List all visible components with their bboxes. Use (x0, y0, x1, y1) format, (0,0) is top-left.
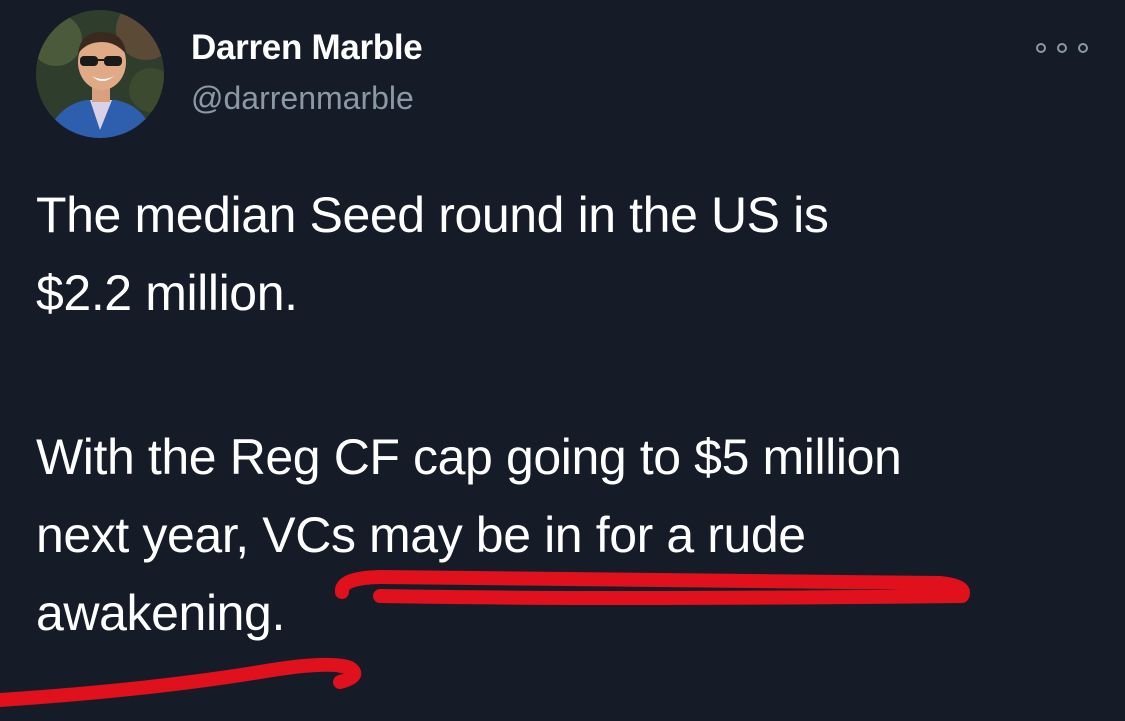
tweet-card: Darren Marble @darrenmarble The median S… (0, 0, 1125, 721)
tweet-paragraph-2: With the Reg CF cap going to $5 million … (36, 418, 1096, 652)
tweet-line: With the Reg CF cap going to $5 million (36, 429, 902, 485)
tweet-line: next year, VCs may be in for a rude (36, 507, 806, 563)
author-handle[interactable]: @darrenmarble (191, 80, 414, 117)
more-options-icon[interactable] (1036, 38, 1088, 58)
more-dot-1 (1036, 43, 1046, 53)
tweet-line: $2.2 million. (36, 265, 298, 321)
author-display-name[interactable]: Darren Marble (191, 28, 423, 68)
underline-stroke-lower (0, 657, 362, 707)
more-dot-2 (1057, 43, 1067, 53)
tweet-paragraph-1: The median Seed round in the US is $2.2 … (36, 176, 1096, 332)
more-dot-3 (1078, 43, 1088, 53)
avatar[interactable] (36, 10, 164, 138)
avatar-photo (36, 10, 164, 138)
tweet-line: The median Seed round in the US is (36, 187, 829, 243)
tweet-line: awakening. (36, 585, 285, 641)
